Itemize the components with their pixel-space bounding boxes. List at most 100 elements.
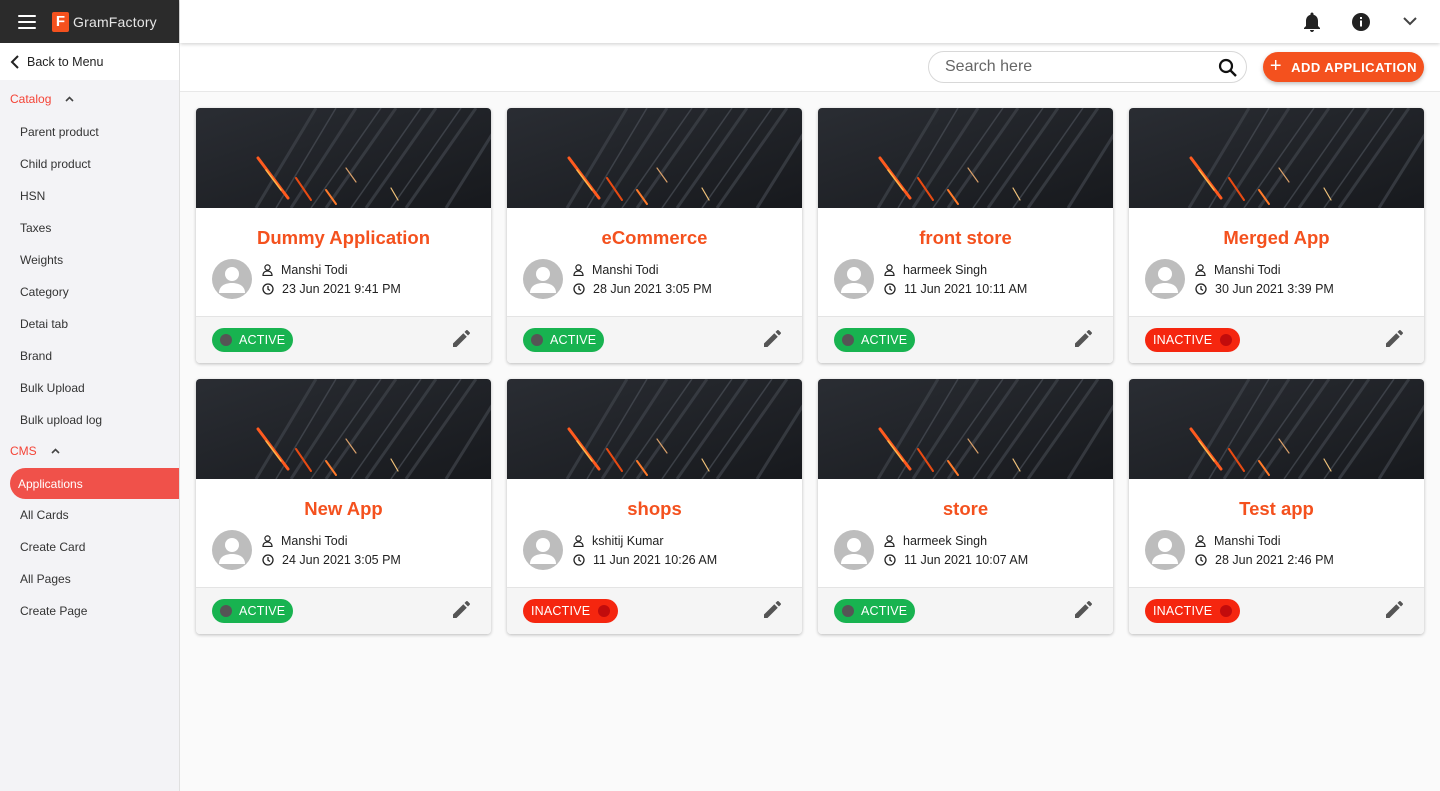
brand-bar: F GramFactory	[0, 0, 179, 43]
edit-icon[interactable]	[1073, 600, 1093, 625]
card-footer: INACTIVE	[507, 587, 802, 634]
application-title[interactable]: Test app	[1129, 498, 1424, 520]
status-label: INACTIVE	[1153, 333, 1213, 347]
card-cover-image	[196, 108, 491, 208]
avatar	[212, 530, 252, 570]
sidebar-item-all-cards[interactable]: All Cards	[0, 499, 179, 531]
user-icon	[1195, 263, 1206, 276]
status-badge[interactable]: ACTIVE	[834, 328, 916, 352]
status-label: ACTIVE	[239, 604, 286, 618]
edit-icon[interactable]	[762, 600, 782, 625]
add-application-button[interactable]: + ADD APPLICATION	[1263, 52, 1424, 82]
application-title[interactable]: front store	[818, 227, 1113, 249]
application-card[interactable]: front store harmeek Singh 11 Jun 2021 10…	[818, 108, 1113, 363]
section-cms[interactable]: CMS	[0, 440, 179, 462]
sidebar-item-all-pages[interactable]: All Pages	[0, 563, 179, 595]
application-title[interactable]: shops	[507, 498, 802, 520]
sidebar-item-brand[interactable]: Brand	[0, 340, 179, 372]
sidebar-item-applications[interactable]: Applications	[10, 468, 179, 499]
search-input[interactable]	[945, 58, 1205, 76]
card-meta: Manshi Todi 24 Jun 2021 3:05 PM	[212, 530, 401, 570]
application-card[interactable]: New App Manshi Todi 24 Jun 2021 3:05 PM …	[196, 379, 491, 634]
user-icon	[884, 263, 895, 276]
status-label: ACTIVE	[861, 333, 908, 347]
sidebar-item-child-product[interactable]: Child product	[0, 148, 179, 180]
sidebar-item-category[interactable]: Category	[0, 276, 179, 308]
status-badge[interactable]: ACTIVE	[212, 328, 294, 352]
created-date: 28 Jun 2021 2:46 PM	[1215, 552, 1334, 567]
logo-mark: F	[52, 11, 69, 32]
application-card[interactable]: eCommerce Manshi Todi 28 Jun 2021 3:05 P…	[507, 108, 802, 363]
clock-icon	[1195, 282, 1207, 295]
application-title[interactable]: Dummy Application	[196, 227, 491, 249]
card-footer: ACTIVE	[196, 587, 491, 634]
back-to-menu-link[interactable]: Back to Menu	[0, 43, 179, 80]
application-title[interactable]: Merged App	[1129, 227, 1424, 249]
application-card[interactable]: Dummy Application Manshi Todi 23 Jun 202…	[196, 108, 491, 363]
top-bar	[180, 0, 1440, 43]
edit-icon[interactable]	[1384, 600, 1404, 625]
created-date: 11 Jun 2021 10:11 AM	[904, 281, 1028, 296]
application-title[interactable]: New App	[196, 498, 491, 520]
logo[interactable]: F GramFactory	[52, 11, 157, 32]
status-dot	[1220, 605, 1233, 617]
status-badge[interactable]: ACTIVE	[523, 328, 605, 352]
application-title[interactable]: eCommerce	[507, 227, 802, 249]
search-icon[interactable]	[1218, 58, 1238, 83]
applications-grid: Dummy Application Manshi Todi 23 Jun 202…	[196, 108, 1424, 634]
edit-icon[interactable]	[1073, 329, 1093, 354]
edit-icon[interactable]	[451, 600, 471, 625]
status-badge[interactable]: INACTIVE	[1145, 328, 1241, 352]
status-badge[interactable]: ACTIVE	[834, 599, 916, 623]
owner-name: harmeek Singh	[903, 533, 988, 548]
edit-icon[interactable]	[1384, 329, 1404, 354]
person-icon	[841, 538, 867, 564]
card-cover-image	[507, 108, 802, 208]
menu-icon[interactable]	[18, 14, 36, 29]
bell-icon[interactable]	[1300, 10, 1324, 34]
sidebar-item-bulk-upload[interactable]: Bulk Upload	[0, 372, 179, 404]
sidebar-item-taxes[interactable]: Taxes	[0, 212, 179, 244]
application-card[interactable]: store harmeek Singh 11 Jun 2021 10:07 AM…	[818, 379, 1113, 634]
avatar	[523, 259, 563, 299]
info-icon[interactable]	[1349, 10, 1373, 34]
owner-name: Manshi Todi	[1214, 262, 1281, 277]
edit-icon[interactable]	[762, 329, 782, 354]
person-icon	[1152, 267, 1178, 293]
application-card[interactable]: Test app Manshi Todi 28 Jun 2021 2:46 PM…	[1129, 379, 1424, 634]
sidebar-item-hsn[interactable]: HSN	[0, 180, 179, 212]
application-card[interactable]: shops kshitij Kumar 11 Jun 2021 10:26 AM…	[507, 379, 802, 634]
created-date: 30 Jun 2021 3:39 PM	[1215, 281, 1334, 296]
status-badge[interactable]: INACTIVE	[1145, 599, 1241, 623]
edit-icon[interactable]	[451, 329, 471, 354]
sidebar-item-create-card[interactable]: Create Card	[0, 531, 179, 563]
created-date: 23 Jun 2021 9:41 PM	[282, 281, 401, 296]
card-footer: ACTIVE	[818, 316, 1113, 363]
created-date: 11 Jun 2021 10:26 AM	[593, 552, 718, 567]
card-footer: ACTIVE	[507, 316, 802, 363]
sidebar-item-bulk-upload-log[interactable]: Bulk upload log	[0, 404, 179, 436]
status-badge[interactable]: ACTIVE	[212, 599, 294, 623]
status-badge[interactable]: INACTIVE	[523, 599, 619, 623]
clock-icon	[262, 553, 274, 566]
sidebar-item-weights[interactable]: Weights	[0, 244, 179, 276]
user-icon	[884, 534, 895, 547]
card-cover-image	[818, 379, 1113, 479]
status-label: INACTIVE	[1153, 604, 1213, 618]
sidebar-item-detai-tab[interactable]: Detai tab	[0, 308, 179, 340]
avatar	[523, 530, 563, 570]
section-title: CMS	[10, 444, 37, 458]
status-dot	[220, 605, 232, 617]
section-catalog[interactable]: Catalog	[0, 88, 179, 110]
card-footer: INACTIVE	[1129, 316, 1424, 363]
user-icon	[573, 263, 584, 276]
status-dot	[842, 605, 854, 617]
application-title[interactable]: store	[818, 498, 1113, 520]
card-cover-image	[818, 108, 1113, 208]
application-card[interactable]: Merged App Manshi Todi 30 Jun 2021 3:39 …	[1129, 108, 1424, 363]
chevron-down-icon[interactable]	[1398, 10, 1422, 34]
sidebar-item-parent-product[interactable]: Parent product	[0, 116, 179, 148]
person-icon	[219, 267, 245, 293]
card-footer: ACTIVE	[818, 587, 1113, 634]
sidebar-item-create-page[interactable]: Create Page	[0, 595, 179, 627]
